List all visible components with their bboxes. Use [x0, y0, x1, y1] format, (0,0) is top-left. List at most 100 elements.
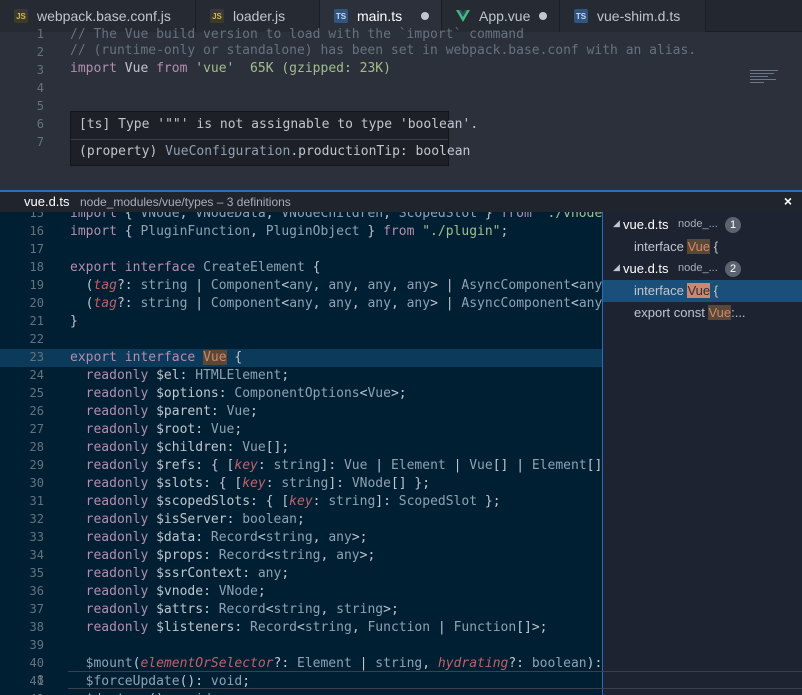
- line-number: 32: [29, 512, 44, 526]
- line-number: 26: [29, 404, 44, 418]
- modified-dot-icon: [539, 12, 547, 20]
- ref-count-badge: 1: [725, 217, 741, 233]
- tab-label: App.vue: [479, 8, 531, 24]
- ref-file-dir: node_...: [678, 262, 718, 274]
- line-number: 2: [36, 45, 44, 59]
- code-line: readonly $isServer: boolean;: [85, 512, 305, 527]
- code-line: readonly $data: Record<string, any>;: [85, 530, 368, 545]
- code-line-import: import Vue from 'vue' 65K (gzipped: 23K): [70, 61, 391, 76]
- line-number: 27: [29, 422, 44, 436]
- peek-definition-panel: vue.d.ts node_modules/vue/types – 3 defi…: [0, 190, 802, 695]
- code-line: export interface Vue {: [70, 350, 243, 365]
- ts-file-icon: TS: [334, 9, 348, 23]
- peek-header: vue.d.ts node_modules/vue/types – 3 defi…: [0, 192, 802, 212]
- vue-file-icon: [456, 9, 470, 23]
- code-line: readonly $parent: Vue;: [85, 404, 258, 419]
- close-icon[interactable]: ×: [784, 193, 792, 209]
- js-file-icon: JS: [210, 9, 224, 23]
- current-line: [68, 671, 802, 689]
- line-number: 16: [29, 224, 44, 238]
- import-cost-badge: 65K (gzipped: 23K): [250, 61, 391, 76]
- code-line: (tag?: string | Component<any, any, any,…: [70, 296, 602, 311]
- code-line: readonly $vnode: VNode;: [85, 584, 266, 599]
- js-file-icon: JS: [14, 9, 28, 23]
- line-number: 4: [36, 81, 44, 95]
- line-number: 15: [29, 212, 44, 220]
- code-line: readonly $el: HTMLElement;: [85, 368, 290, 383]
- divider: [71, 139, 448, 140]
- peek-code-view[interactable]: 15 import { VNode, VNodeData, VNodeChildr…: [0, 212, 602, 695]
- line-number: 28: [29, 440, 44, 454]
- ref-file-group[interactable]: ◢ vue.d.ts node_... 2: [603, 258, 802, 280]
- line-number: 17: [29, 242, 44, 256]
- collapse-triangle-icon: ◢: [613, 218, 620, 228]
- line-number: 36: [29, 584, 44, 598]
- line-number: 29: [29, 458, 44, 472]
- code-line: readonly $refs: { [key: string]: Vue | E…: [85, 458, 602, 473]
- ref-item-selected[interactable]: interface Vue {: [603, 280, 802, 302]
- line-number: 7: [36, 135, 44, 149]
- collapse-triangle-icon: ◢: [613, 262, 620, 272]
- line-number: 30: [29, 476, 44, 490]
- code-editor[interactable]: 1 2 3 4 5 6 7 // The Vue build version t…: [0, 27, 802, 695]
- line-number: 40: [29, 656, 44, 670]
- code-line: }: [70, 314, 78, 329]
- code-line: import { VNode, VNodeData, VNodeChildren…: [70, 212, 602, 221]
- code-line: readonly $root: Vue;: [85, 422, 243, 437]
- code-line: readonly $attrs: Record<string, string>;: [85, 602, 399, 617]
- peek-file-name: vue.d.ts: [24, 194, 70, 209]
- line-number: 5: [36, 99, 44, 113]
- line-number: 8: [36, 673, 44, 687]
- ref-item[interactable]: export const Vue:...: [603, 302, 802, 324]
- line-number: 19: [29, 278, 44, 292]
- tooltip-error-text: [ts] Type '""' is not assignable to type…: [79, 117, 479, 132]
- line-number: 20: [29, 296, 44, 310]
- line-number: 23: [29, 350, 44, 364]
- modified-dot-icon: [421, 12, 429, 20]
- tab-label: loader.js: [233, 8, 286, 24]
- code-line: import { PluginFunction, PluginObject } …: [70, 224, 509, 239]
- line-number: 31: [29, 494, 44, 508]
- code-line: $destroy(): void;: [70, 691, 219, 695]
- line-number: 35: [29, 566, 44, 580]
- code-line: readonly $props: Record<string, any>;: [85, 548, 376, 563]
- code-line: readonly $scopedSlots: { [key: string]: …: [85, 494, 501, 509]
- tab-vue-shim[interactable]: TS vue-shim.d.ts: [560, 0, 706, 32]
- minimap[interactable]: [750, 68, 780, 98]
- ref-file-name: vue.d.ts: [623, 217, 669, 232]
- type-error-tooltip: [ts] Type '""' is not assignable to type…: [70, 111, 478, 166]
- peek-path: node_modules/vue/types – 3 definitions: [80, 195, 291, 209]
- tab-label: webpack.base.conf.js: [37, 8, 171, 24]
- ref-file-dir: node_...: [678, 218, 718, 230]
- line-number: 37: [29, 602, 44, 616]
- line-number: 21: [29, 314, 44, 328]
- line-number: 39: [29, 638, 44, 652]
- line-number: 25: [29, 386, 44, 400]
- tooltip-signature: (property) VueConfiguration.productionTi…: [79, 144, 471, 159]
- line-number: 22: [29, 332, 44, 346]
- tab-label: main.ts: [357, 8, 403, 24]
- ts-file-icon: TS: [574, 9, 588, 23]
- code-line: // (runtime-only or standalone) has been…: [70, 43, 697, 58]
- code-line: readonly $ssrContext: any;: [85, 566, 290, 581]
- ref-count-badge: 2: [725, 261, 741, 277]
- peek-reference-list: ◢ vue.d.ts node_... 1 interface Vue { ◢ …: [602, 212, 802, 695]
- code-line: (tag?: string | Component<any, any, any,…: [70, 278, 602, 293]
- code-line: readonly $options: ComponentOptions<Vue>…: [85, 386, 407, 401]
- code-line: export interface CreateElement {: [70, 260, 321, 275]
- tab-label: vue-shim.d.ts: [597, 8, 681, 24]
- line-number: 3: [36, 63, 44, 77]
- line-number: 6: [36, 117, 44, 131]
- code-line: readonly $slots: { [key: string]: VNode[…: [85, 476, 431, 491]
- ref-file-group[interactable]: ◢ vue.d.ts node_... 1: [603, 214, 802, 236]
- ref-item[interactable]: interface Vue {: [603, 236, 802, 258]
- line-number: 18: [29, 260, 44, 274]
- line-number: 34: [29, 548, 44, 562]
- line-number: 33: [29, 530, 44, 544]
- code-line: readonly $children: Vue[];: [85, 440, 290, 455]
- line-number: 1: [36, 27, 44, 41]
- ref-file-name: vue.d.ts: [623, 261, 669, 276]
- line-number: 24: [29, 368, 44, 382]
- line-number: 38: [29, 620, 44, 634]
- code-line: readonly $listeners: Record<string, Func…: [85, 620, 548, 635]
